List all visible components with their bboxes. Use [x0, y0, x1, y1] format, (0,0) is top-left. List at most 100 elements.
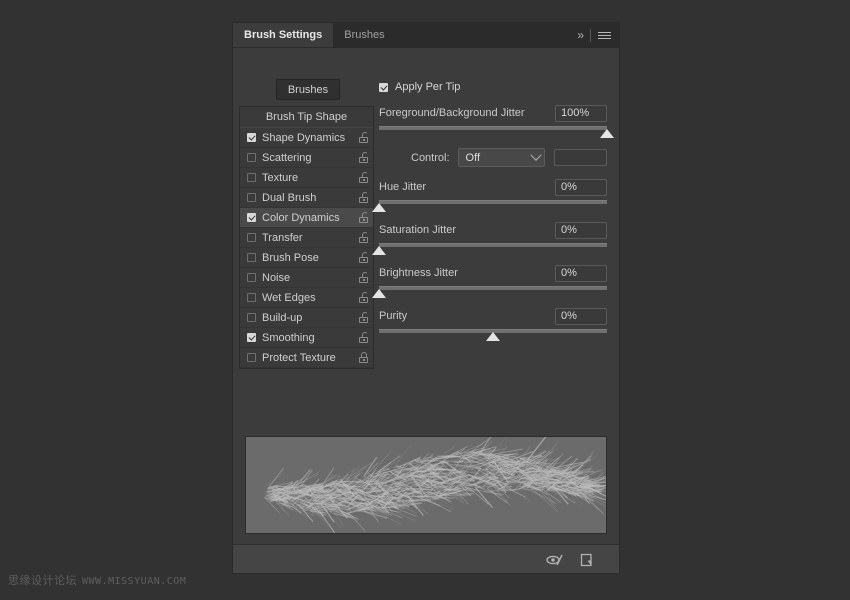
brush-option-checkbox[interactable]: [247, 233, 256, 242]
hamburger-menu-icon[interactable]: [598, 32, 611, 39]
collapse-chevron-icon[interactable]: »: [577, 28, 583, 42]
lock-open-icon[interactable]: [359, 212, 368, 223]
panel-body: Brushes Brush Tip Shape Shape Dynamics Sc…: [233, 48, 619, 544]
lock-open-icon[interactable]: [359, 232, 368, 243]
lock-open-icon[interactable]: [359, 252, 368, 263]
lock-open-icon[interactable]: [359, 292, 368, 303]
brushes-button[interactable]: Brushes: [276, 79, 340, 100]
slider-label: Brightness Jitter: [379, 267, 458, 279]
slider-control[interactable]: [379, 327, 607, 343]
brush-option-checkbox[interactable]: [247, 313, 256, 322]
brush-option-checkbox[interactable]: [247, 273, 256, 282]
slider-header: Brightness Jitter 0%: [379, 263, 607, 283]
brush-option-row[interactable]: Shape Dynamics: [240, 128, 373, 148]
slider-control[interactable]: [379, 198, 607, 214]
brush-option-label: Dual Brush: [262, 192, 359, 204]
lock-open-icon[interactable]: [359, 312, 368, 323]
watermark-url: WWW.MISSYUAN.COM: [82, 576, 186, 587]
panel-tab-bar-controls: »: [577, 23, 619, 47]
slider-saturation-jitter: Saturation Jitter 0%: [379, 220, 607, 257]
control-dropdown-value: Off: [466, 152, 532, 164]
control-row: Control: Off: [379, 147, 607, 168]
lock-open-icon[interactable]: [359, 272, 368, 283]
slider-control[interactable]: [379, 124, 607, 140]
brush-option-checkbox[interactable]: [247, 153, 256, 162]
create-new-brush-icon[interactable]: [578, 552, 595, 567]
lock-closed-icon[interactable]: [359, 352, 368, 363]
tab-brushes-label: Brushes: [344, 29, 384, 41]
brush-option-row[interactable]: Texture: [240, 168, 373, 188]
slider-track[interactable]: [379, 243, 607, 247]
brush-option-row[interactable]: Brush Pose: [240, 248, 373, 268]
slider-thumb[interactable]: [372, 289, 386, 298]
control-secondary-input[interactable]: [554, 149, 607, 166]
lock-open-icon[interactable]: [359, 332, 368, 343]
slider-header: Purity 0%: [379, 306, 607, 326]
lock-open-icon[interactable]: [359, 172, 368, 183]
brush-options-list: Brush Tip Shape Shape Dynamics Scattering…: [239, 106, 374, 369]
slider-value-input[interactable]: 0%: [555, 265, 607, 282]
chevron-down-icon: [530, 149, 541, 160]
brush-option-label: Texture: [262, 172, 359, 184]
apply-per-tip-checkbox[interactable]: [379, 83, 388, 92]
slider-value-input[interactable]: 100%: [555, 105, 607, 122]
tab-brushes[interactable]: Brushes: [333, 23, 395, 47]
lock-open-icon[interactable]: [359, 132, 368, 143]
apply-per-tip-row[interactable]: Apply Per Tip: [379, 79, 607, 95]
brush-option-checkbox[interactable]: [247, 173, 256, 182]
brush-option-label: Wet Edges: [262, 292, 359, 304]
apply-per-tip-label: Apply Per Tip: [395, 81, 460, 93]
brush-option-label: Noise: [262, 272, 359, 284]
slider-thumb[interactable]: [600, 129, 614, 138]
slider-track[interactable]: [379, 200, 607, 204]
live-brush-tip-preview-icon[interactable]: [546, 552, 563, 567]
brush-option-checkbox[interactable]: [247, 213, 256, 222]
tab-brush-settings-label: Brush Settings: [244, 29, 322, 41]
slider-value-input[interactable]: 0%: [555, 179, 607, 196]
slider-value-input[interactable]: 0%: [555, 222, 607, 239]
color-dynamics-settings: Apply Per Tip Foreground/Background Jitt…: [379, 79, 607, 345]
slider-header: Saturation Jitter 0%: [379, 220, 607, 240]
brush-stroke-preview: [245, 436, 607, 534]
brush-option-row[interactable]: Protect Texture: [240, 348, 373, 368]
slider-control[interactable]: [379, 284, 607, 300]
slider-thumb[interactable]: [372, 203, 386, 212]
lock-open-icon[interactable]: [359, 152, 368, 163]
brush-option-row[interactable]: Transfer: [240, 228, 373, 248]
lock-open-icon[interactable]: [359, 192, 368, 203]
brush-options-rows: Shape Dynamics Scattering Texture Dual Brus…: [240, 128, 373, 368]
brush-tip-shape-header[interactable]: Brush Tip Shape: [240, 107, 373, 128]
brush-option-row[interactable]: Wet Edges: [240, 288, 373, 308]
divider: [590, 29, 591, 42]
slider-track[interactable]: [379, 286, 607, 290]
slider-control[interactable]: [379, 241, 607, 257]
slider-thumb[interactable]: [372, 246, 386, 255]
slider-track[interactable]: [379, 126, 607, 130]
slider-value-input[interactable]: 0%: [555, 308, 607, 325]
brush-option-checkbox[interactable]: [247, 353, 256, 362]
slider-header: Hue Jitter 0%: [379, 177, 607, 197]
brush-option-label: Scattering: [262, 152, 359, 164]
slider-foreground-background-jitter: Foreground/Background Jitter 100%: [379, 103, 607, 140]
brush-option-checkbox[interactable]: [247, 293, 256, 302]
slider-hue-jitter: Hue Jitter 0%: [379, 177, 607, 214]
tab-brush-settings[interactable]: Brush Settings: [233, 23, 333, 47]
brush-option-checkbox[interactable]: [247, 193, 256, 202]
brush-option-label: Brush Pose: [262, 252, 359, 264]
brush-option-checkbox[interactable]: [247, 253, 256, 262]
brush-option-checkbox[interactable]: [247, 333, 256, 342]
brush-option-row[interactable]: Build-up: [240, 308, 373, 328]
brush-option-checkbox[interactable]: [247, 133, 256, 142]
brush-option-row[interactable]: Scattering: [240, 148, 373, 168]
watermark: 思缘设计论坛WWW.MISSYUAN.COM: [8, 572, 186, 588]
brush-option-row[interactable]: Dual Brush: [240, 188, 373, 208]
slider-thumb[interactable]: [486, 332, 500, 341]
slider-label: Foreground/Background Jitter: [379, 107, 525, 119]
brush-option-row[interactable]: Noise: [240, 268, 373, 288]
control-dropdown[interactable]: Off: [458, 148, 545, 167]
brush-option-label: Transfer: [262, 232, 359, 244]
brush-option-row[interactable]: Color Dynamics: [240, 208, 373, 228]
brush-option-row[interactable]: Smoothing: [240, 328, 373, 348]
brush-option-label: Shape Dynamics: [262, 132, 359, 144]
brush-option-label: Build-up: [262, 312, 359, 324]
